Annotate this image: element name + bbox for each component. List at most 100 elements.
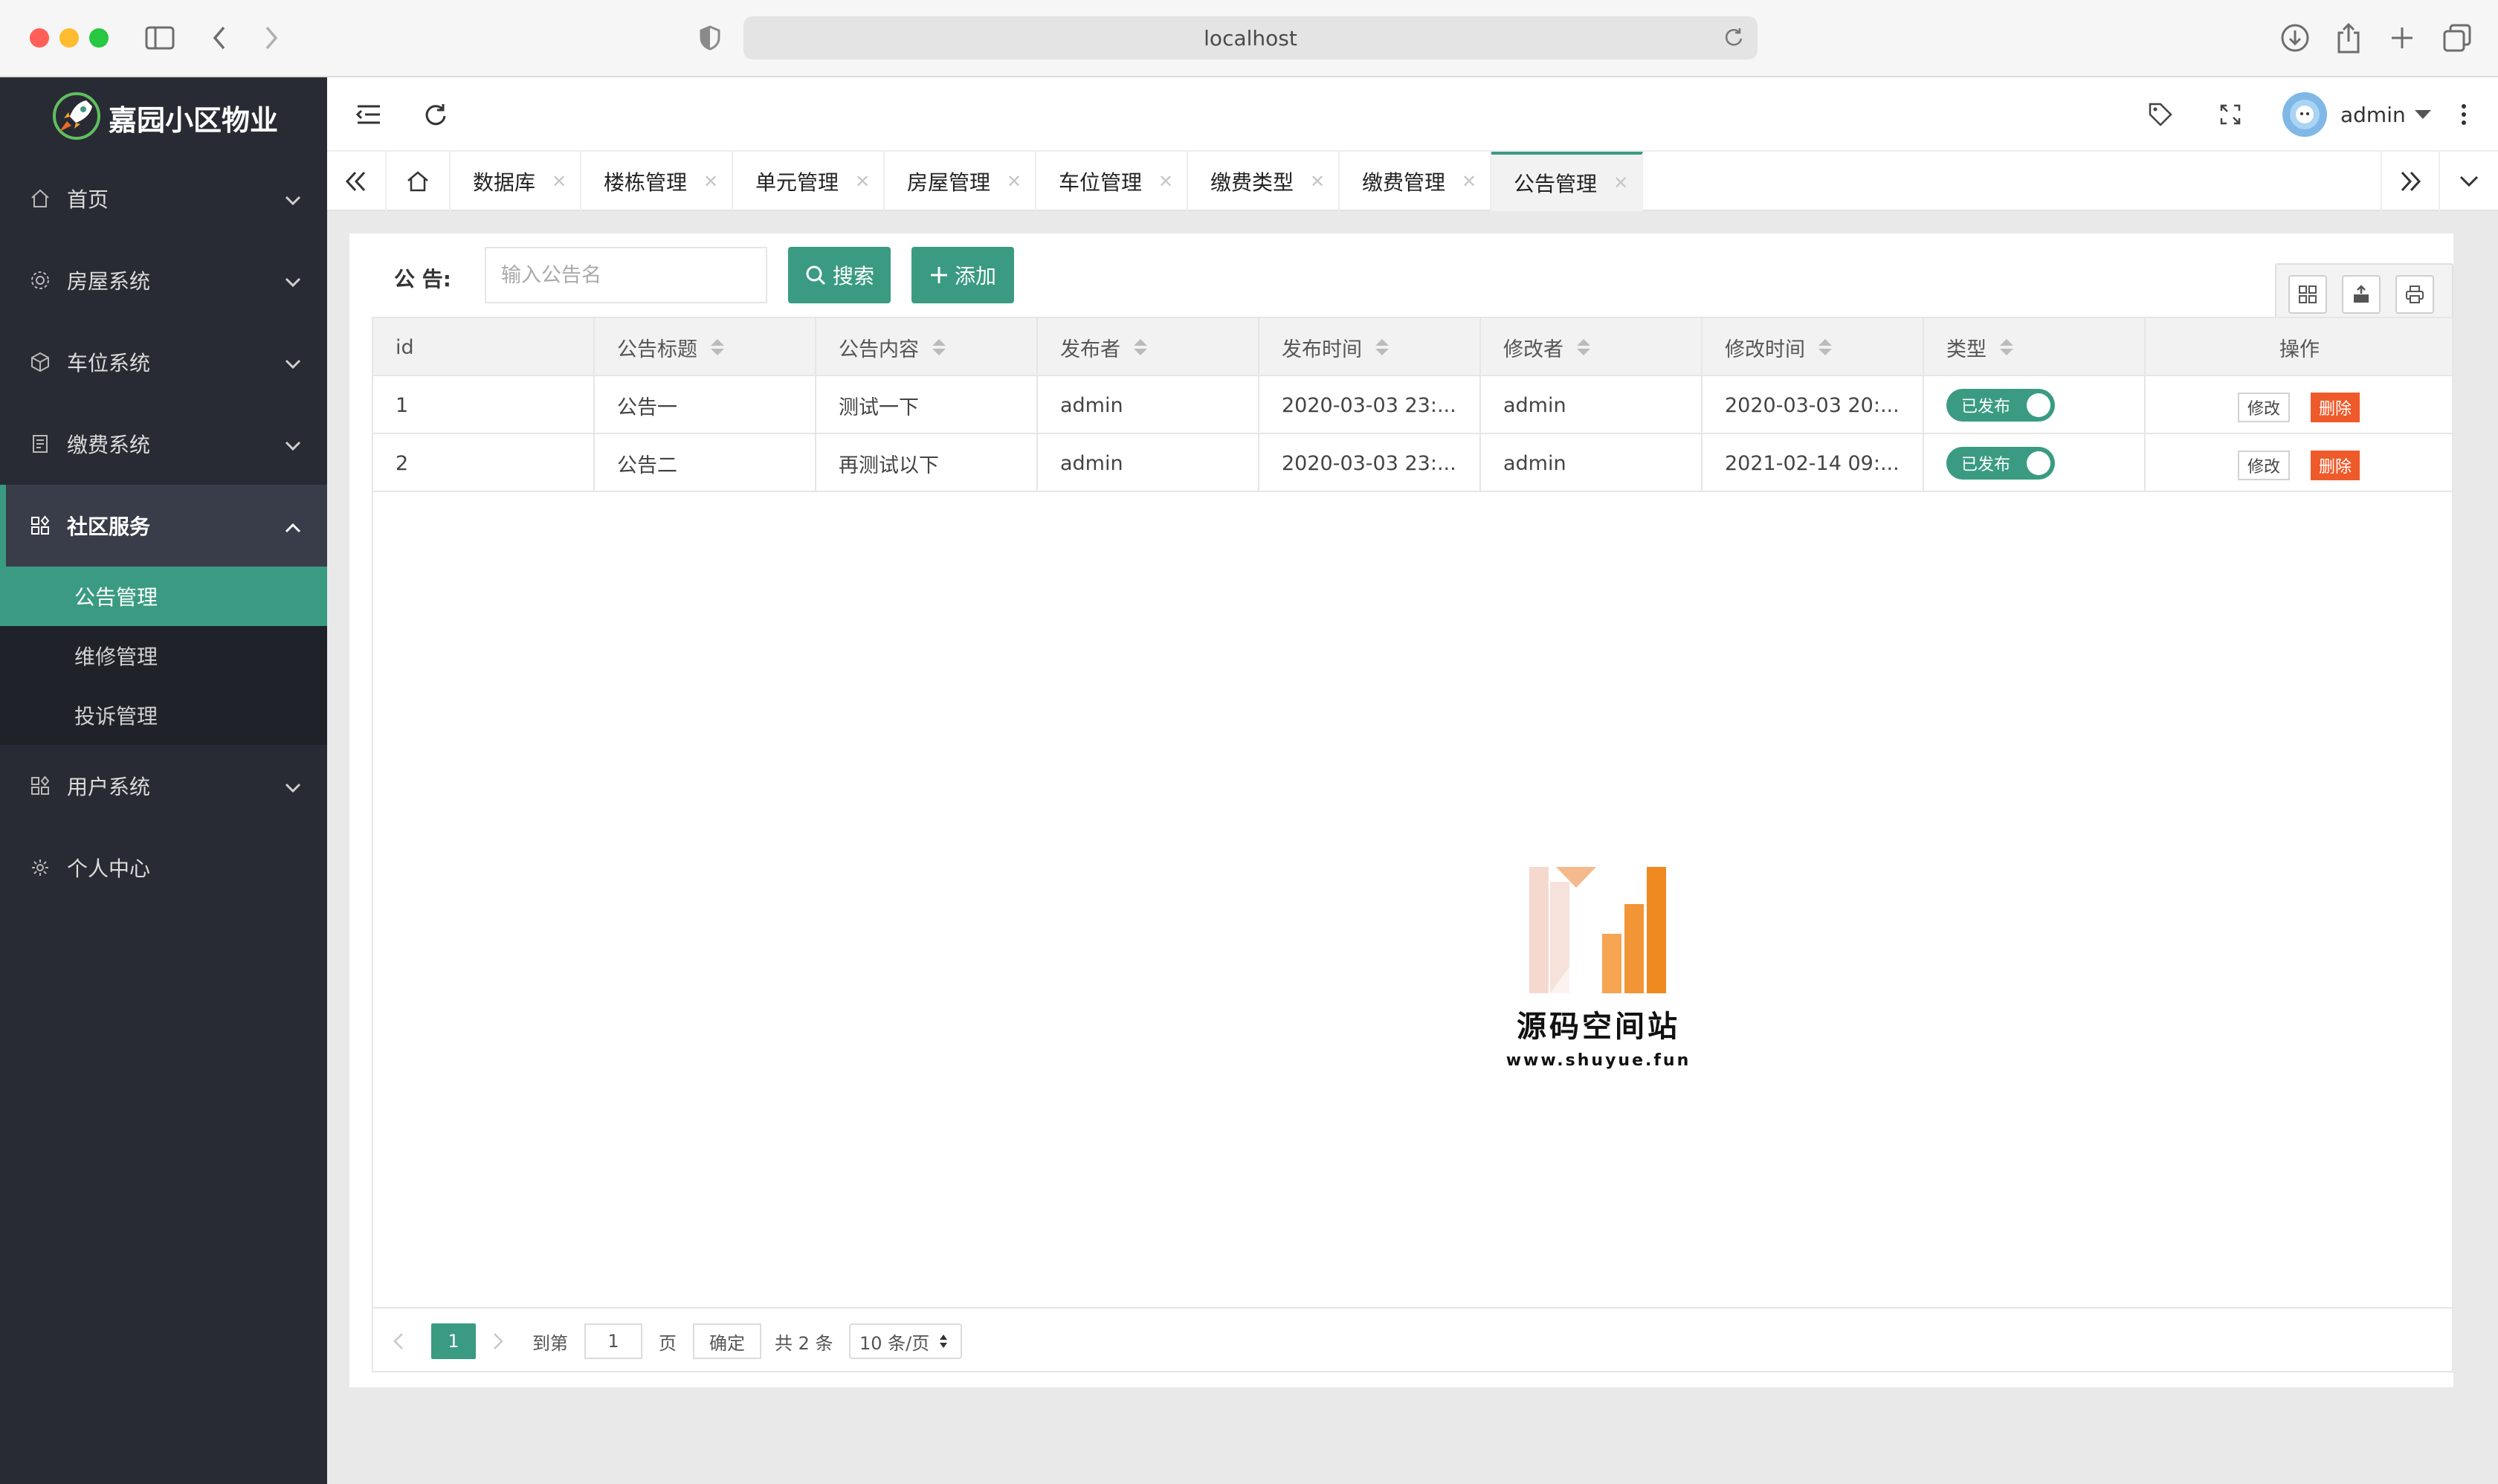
sidebar-item-parking-system[interactable]: 车位系统 bbox=[0, 321, 327, 403]
column-header-content[interactable]: 公告内容 bbox=[816, 318, 1038, 376]
tab-bar: 数据库 ✕ 楼栋管理 ✕ 单元管理 ✕ 房屋管理 ✕ 车位管理 ✕ 缴费类型 ✕ 缴费管理 ✕… bbox=[327, 152, 2498, 211]
tab-announcement[interactable]: 公告管理 ✕ bbox=[1491, 152, 1643, 211]
search-input[interactable] bbox=[485, 247, 767, 303]
tab-payment[interactable]: 缴费管理 ✕ bbox=[1340, 152, 1491, 211]
goto-label: 到第 bbox=[532, 1332, 568, 1354]
column-header-modifier[interactable]: 修改者 bbox=[1481, 318, 1703, 376]
tabs-scroll-right-icon[interactable] bbox=[2381, 152, 2440, 211]
sidebar-subitem-complaint[interactable]: 投诉管理 bbox=[0, 685, 327, 745]
column-header-publisher[interactable]: 发布者 bbox=[1038, 318, 1259, 376]
close-icon[interactable]: ✕ bbox=[1310, 171, 1325, 192]
close-icon[interactable]: ✕ bbox=[1613, 172, 1628, 193]
more-vertical-icon[interactable] bbox=[2446, 97, 2482, 132]
sidebar-item-home[interactable]: 首页 bbox=[0, 158, 327, 239]
tab-unit[interactable]: 单元管理 ✕ bbox=[733, 152, 885, 211]
tab-parking[interactable]: 车位管理 ✕ bbox=[1036, 152, 1188, 211]
close-icon[interactable]: ✕ bbox=[703, 171, 718, 192]
edit-button[interactable]: 修改 bbox=[2238, 451, 2290, 480]
tabs-menu-chevron-down-icon[interactable] bbox=[2440, 152, 2498, 211]
add-button[interactable]: 添加 bbox=[911, 247, 1014, 303]
close-icon[interactable]: ✕ bbox=[855, 171, 870, 192]
next-page-icon[interactable] bbox=[492, 1323, 514, 1359]
edit-button[interactable]: 修改 bbox=[2238, 393, 2290, 422]
close-icon[interactable]: ✕ bbox=[1007, 171, 1022, 192]
cell-title: 公告一 bbox=[595, 376, 816, 434]
publish-status-switch[interactable]: 已发布 bbox=[1946, 447, 2055, 480]
close-icon[interactable]: ✕ bbox=[1158, 171, 1173, 192]
column-header-modify-time[interactable]: 修改时间 bbox=[1703, 318, 1924, 376]
sort-icon[interactable] bbox=[2000, 339, 2013, 355]
sidebar-item-user-system[interactable]: 用户系统 bbox=[0, 745, 327, 827]
back-icon[interactable] bbox=[201, 19, 238, 57]
sidebar-subitem-announcement[interactable]: 公告管理 bbox=[0, 567, 327, 626]
sort-icon[interactable] bbox=[1818, 339, 1832, 355]
tab-label: 公告管理 bbox=[1514, 172, 1598, 196]
sidebar-item-personal-center[interactable]: 个人中心 bbox=[0, 827, 327, 909]
delete-button[interactable]: 删除 bbox=[2311, 451, 2360, 480]
goto-page-input[interactable]: 1 bbox=[584, 1323, 642, 1359]
privacy-shield-icon[interactable] bbox=[691, 19, 729, 57]
column-header-label: 发布时间 bbox=[1282, 338, 1362, 361]
tab-house[interactable]: 房屋管理 ✕ bbox=[885, 152, 1036, 211]
user-menu[interactable]: admin bbox=[2282, 91, 2431, 138]
prev-page-icon[interactable] bbox=[393, 1323, 415, 1359]
minimize-window-button[interactable] bbox=[59, 28, 79, 48]
page-size-select[interactable]: 10 条/页 bbox=[849, 1323, 962, 1359]
sidebar-subitem-repair[interactable]: 维修管理 bbox=[0, 626, 327, 685]
tag-icon[interactable] bbox=[2143, 97, 2178, 132]
sidebar-item-payment-system[interactable]: 缴费系统 bbox=[0, 403, 327, 485]
column-header-publish-time[interactable]: 发布时间 bbox=[1259, 318, 1481, 376]
column-header-id[interactable]: id bbox=[373, 318, 595, 376]
apps-icon bbox=[28, 774, 52, 798]
close-icon[interactable]: ✕ bbox=[1462, 171, 1476, 192]
share-icon[interactable] bbox=[2330, 19, 2367, 57]
switch-knob bbox=[2027, 451, 2050, 475]
total-count: 共 2 条 bbox=[775, 1332, 833, 1354]
gear-icon bbox=[28, 268, 52, 292]
tab-database[interactable]: 数据库 ✕ bbox=[451, 152, 581, 211]
sort-icon[interactable] bbox=[1375, 339, 1389, 355]
address-bar[interactable]: localhost bbox=[743, 16, 1758, 59]
tabs-scroll-left-icon[interactable] bbox=[327, 152, 387, 211]
announcement-table: id 公告标题 公告内容 发布者 发布时间 修改者 修改时间 类型 操作 1 公… bbox=[372, 317, 2453, 1372]
brand[interactable]: 嘉园小区物业 bbox=[0, 77, 327, 158]
tab-label: 数据库 bbox=[473, 170, 536, 195]
page-1-button[interactable]: 1 bbox=[431, 1323, 476, 1359]
confirm-goto-button[interactable]: 确定 bbox=[693, 1323, 761, 1359]
tab-home-icon[interactable] bbox=[387, 152, 451, 211]
columns-filter-icon[interactable] bbox=[2288, 275, 2327, 314]
close-window-button[interactable] bbox=[30, 28, 49, 48]
sort-icon[interactable] bbox=[1577, 339, 1590, 355]
sidebar-toggle-icon[interactable] bbox=[141, 19, 178, 57]
tab-building[interactable]: 楼栋管理 ✕ bbox=[581, 152, 733, 211]
cell-content: 再测试以下 bbox=[816, 434, 1038, 492]
cell-title: 公告二 bbox=[595, 434, 816, 492]
reload-icon[interactable] bbox=[1723, 27, 1744, 53]
export-icon[interactable] bbox=[2342, 275, 2381, 314]
print-icon[interactable] bbox=[2395, 275, 2434, 314]
tab-overview-icon[interactable] bbox=[2439, 19, 2476, 57]
collapse-menu-icon[interactable] bbox=[351, 97, 387, 132]
maximize-window-button[interactable] bbox=[89, 28, 109, 48]
column-header-type[interactable]: 类型 bbox=[1924, 318, 2146, 376]
watermark-url: www.shuyue.fun bbox=[1505, 1051, 1691, 1070]
sidebar-item-community-service[interactable]: 社区服务 bbox=[0, 485, 327, 567]
publish-status-switch[interactable]: 已发布 bbox=[1946, 389, 2055, 422]
delete-button[interactable]: 删除 bbox=[2311, 393, 2360, 422]
sort-icon[interactable] bbox=[1134, 339, 1147, 355]
cell-publisher: admin bbox=[1038, 434, 1259, 492]
fullscreen-icon[interactable] bbox=[2213, 97, 2248, 132]
new-tab-icon[interactable] bbox=[2384, 19, 2421, 57]
sort-icon[interactable] bbox=[711, 339, 724, 355]
close-icon[interactable]: ✕ bbox=[552, 171, 567, 192]
column-header-title[interactable]: 公告标题 bbox=[595, 318, 816, 376]
forward-icon[interactable] bbox=[253, 19, 290, 57]
download-icon[interactable] bbox=[2276, 19, 2314, 57]
search-button[interactable]: 搜索 bbox=[788, 247, 891, 303]
sidebar-item-house-system[interactable]: 房屋系统 bbox=[0, 239, 327, 321]
tab-payment-type[interactable]: 缴费类型 ✕ bbox=[1188, 152, 1340, 211]
sort-icon[interactable] bbox=[932, 339, 946, 355]
sidebar-item-label: 用户系统 bbox=[67, 775, 151, 799]
refresh-icon[interactable] bbox=[418, 97, 454, 132]
rocket-logo-icon bbox=[52, 91, 101, 143]
